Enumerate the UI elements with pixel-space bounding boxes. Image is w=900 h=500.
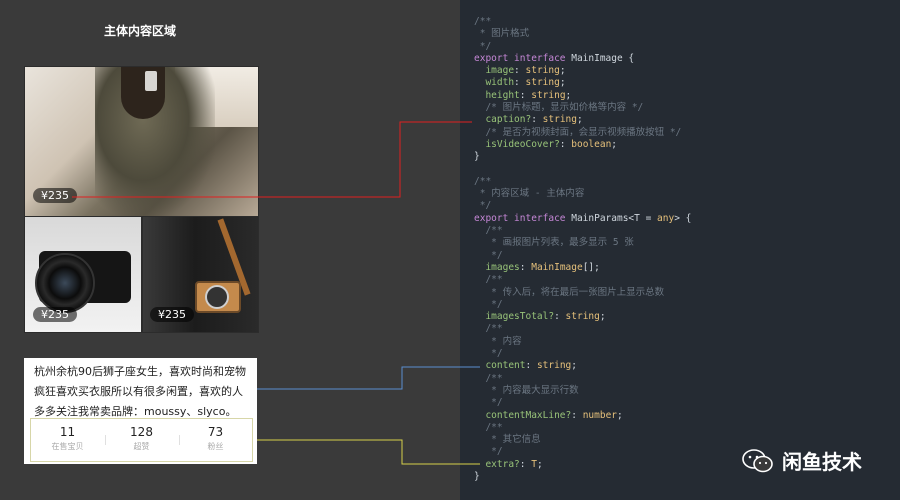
caption-connector: [72, 121, 472, 198]
content-connector: [257, 366, 480, 390]
brand-logo: 闲鱼技术: [742, 446, 862, 475]
connector-lines: [72, 121, 480, 465]
brand-name: 闲鱼技术: [782, 450, 862, 474]
extra-connector: [257, 439, 480, 465]
wechat-logo-icon: [742, 448, 773, 472]
